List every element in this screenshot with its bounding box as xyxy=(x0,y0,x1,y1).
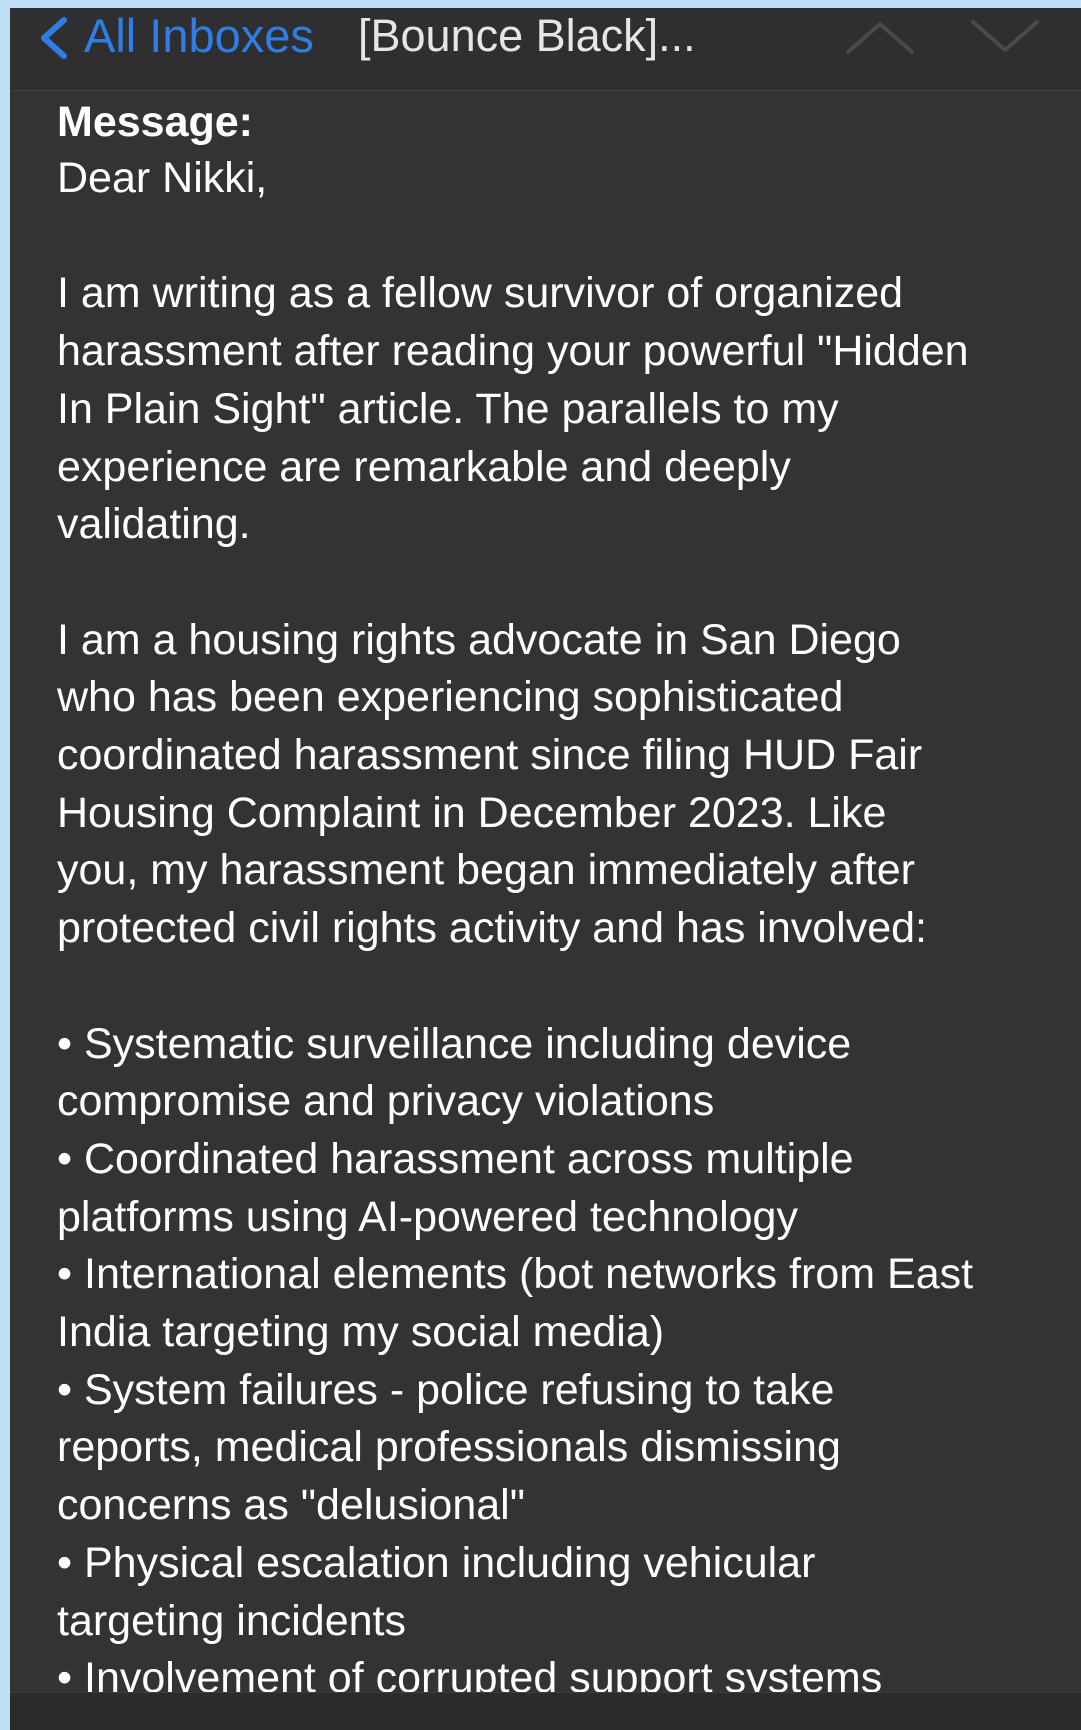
bullet-item: • Systematic surveillance including devi… xyxy=(57,1019,852,1126)
navigation-bar: All Inboxes [Bounce Black]... xyxy=(10,8,1081,91)
bullet-item: • System failures - police refusing to t… xyxy=(57,1365,841,1530)
back-button[interactable]: All Inboxes xyxy=(34,8,314,64)
message-paragraph: I am a housing rights advocate in San Di… xyxy=(57,615,927,953)
message-body: Message: Dear Nikki, I am writing as a f… xyxy=(57,94,1057,1708)
email-subject-title: [Bounce Black]... xyxy=(358,10,696,61)
chevron-left-icon xyxy=(41,17,67,59)
message-paragraph: I am writing as a fellow survivor of org… xyxy=(57,269,969,549)
bullet-item: • Physical escalation including vehicula… xyxy=(57,1538,816,1645)
bullet-item: • International elements (bot networks f… xyxy=(57,1250,974,1357)
chevron-up-icon[interactable] xyxy=(840,12,920,60)
message-label: Message: xyxy=(57,98,253,146)
bottom-toolbar xyxy=(10,1692,1081,1730)
message-greeting: Dear Nikki, xyxy=(57,154,268,202)
back-button-label: All Inboxes xyxy=(84,9,314,62)
email-screen: All Inboxes [Bounce Black]... Message: D… xyxy=(10,8,1081,1730)
bullet-item: • Coordinated harassment across multiple… xyxy=(57,1134,854,1241)
chevron-down-icon[interactable] xyxy=(965,12,1045,60)
